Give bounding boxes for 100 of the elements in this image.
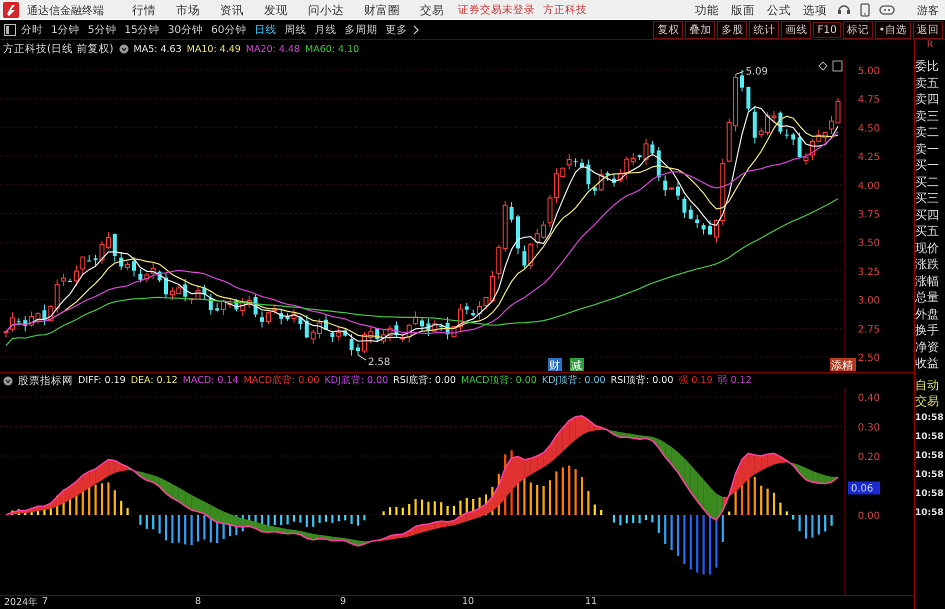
period-tab[interactable]: 日线 [252, 22, 280, 36]
indicator-name[interactable]: 股票指标网 [18, 374, 73, 388]
indicator-value: RSI底背: 0.00 [393, 374, 456, 387]
menu-item[interactable]: 财富圈 [358, 2, 406, 18]
tool-button[interactable]: 返回 [913, 20, 943, 38]
quote-field-label: 换手 [915, 322, 940, 338]
period-tab[interactable]: 15分钟 [121, 22, 163, 36]
period-tab[interactable]: 60分钟 [208, 22, 250, 36]
trade-time: 10:58 [915, 412, 945, 424]
period-tab[interactable]: 周线 [282, 22, 310, 36]
menu-item[interactable]: 市场 [170, 2, 206, 18]
event-marker[interactable]: 添精 [830, 358, 856, 372]
quote-field-label: 卖一 [915, 140, 940, 157]
price-axis-label: 3.75 [858, 210, 880, 220]
candlestick [138, 268, 142, 283]
candlestick [426, 318, 430, 337]
chart-title: 方正科技(日线 前复权) [3, 42, 114, 56]
tool-button[interactable]: 统计 [749, 20, 780, 38]
candlestick [330, 330, 334, 343]
date-axis-label: 10 [462, 596, 474, 607]
candlestick [343, 328, 348, 338]
message-icon[interactable] [879, 4, 895, 16]
quote-field-label: 卖五 [915, 74, 940, 91]
period-tab[interactable]: 30分钟 [164, 22, 206, 36]
event-marker[interactable]: 减 [570, 358, 584, 372]
candlestick [42, 304, 46, 326]
tool-button[interactable]: 画线 [781, 20, 812, 38]
candlestick [592, 186, 597, 196]
price-axis-label: 2.50 [858, 353, 880, 364]
price-axis-label: 4.25 [858, 152, 880, 164]
tool-button[interactable]: 标记 [842, 20, 873, 38]
menu-item[interactable]: 资讯 [214, 2, 250, 18]
trade-time: 10:58 [915, 506, 945, 520]
diamond-icon[interactable] [818, 61, 828, 71]
period-tab[interactable]: 分时 [18, 22, 46, 36]
quote-field-label: 卖二 [915, 124, 940, 140]
period-tab[interactable]: 1分钟 [48, 22, 83, 36]
period-tab[interactable]: 月线 [312, 22, 340, 36]
quote-field-label: 委比 [915, 58, 940, 74]
menu-item[interactable]: 发现 [258, 2, 294, 18]
indicator-value: KDJ顶背: 0.00 [542, 374, 606, 387]
menu-item[interactable]: 行情 [126, 2, 162, 18]
indicator-value: MACD: 0.14 [182, 375, 239, 386]
event-marker[interactable]: 财 [548, 358, 562, 372]
candlestick [791, 132, 796, 146]
candlestick [510, 202, 514, 223]
period-tab[interactable]: 5分钟 [84, 22, 120, 36]
top-action-button[interactable]: 功能 [693, 2, 721, 18]
chevron-right-icon[interactable] [412, 24, 418, 34]
candlestick [656, 146, 661, 182]
candlestick [183, 278, 188, 302]
candlestick [650, 140, 654, 156]
menu-item[interactable]: 交易 [414, 2, 450, 18]
tool-button[interactable]: 多股 [717, 20, 748, 38]
user-label[interactable]: 游客 [917, 2, 939, 18]
candlestick [688, 204, 693, 220]
support-icon[interactable] [837, 3, 851, 17]
app-logo-icon [3, 2, 19, 18]
price-axis-label: 3.25 [858, 266, 880, 278]
top-action-button[interactable]: 选项 [801, 2, 829, 18]
login-status[interactable]: 证券交易未登录 [458, 3, 535, 17]
candlestick [336, 326, 342, 342]
trade-panel-title[interactable]: 自动交易 [915, 376, 939, 408]
settings-icon[interactable] [118, 44, 129, 54]
quote-field-label: 净资 [915, 338, 940, 355]
candlestick [298, 316, 302, 330]
window-icon[interactable] [832, 60, 842, 72]
tool-button[interactable]: 复权 [653, 20, 684, 38]
candlestick [695, 214, 700, 228]
candlestick [234, 298, 238, 312]
candlestick [16, 318, 21, 326]
candlestick [682, 196, 686, 219]
top-action-button[interactable]: 公式 [765, 2, 793, 18]
candlestick [740, 69, 744, 92]
panel-toggle-icon[interactable] [4, 24, 16, 36]
candlestick [702, 222, 706, 235]
candlestick [752, 106, 757, 144]
quote-field-label: 收益 [915, 355, 940, 372]
candlestick [286, 312, 290, 322]
price-axis-label: 3.50 [858, 238, 880, 250]
phone-icon[interactable] [859, 3, 871, 17]
tool-button[interactable]: •自选 [874, 20, 911, 38]
candlestick [784, 128, 789, 140]
indicator-axis-label: 0.40 [858, 393, 880, 404]
settings-icon[interactable] [3, 376, 13, 386]
menu-item[interactable]: 问小达 [302, 2, 350, 18]
quote-field-label: 买四 [915, 206, 940, 223]
candlestick [580, 158, 584, 169]
candlestick [260, 311, 264, 328]
candlestick [586, 159, 590, 190]
candlestick [164, 272, 168, 299]
candlestick [324, 314, 328, 330]
tool-button[interactable]: 叠加 [685, 20, 716, 38]
stock-link[interactable]: 方正科技 [543, 3, 587, 17]
period-tab[interactable]: 多周期 [342, 22, 380, 36]
tool-button[interactable]: F10 [813, 22, 841, 38]
top-action-button[interactable]: 版面 [729, 2, 757, 18]
indicator-value: KDJ底背: 0.00 [324, 374, 388, 387]
ma-value: MA10: 4.49 [186, 44, 241, 54]
more-button[interactable]: 更多 [382, 22, 410, 36]
